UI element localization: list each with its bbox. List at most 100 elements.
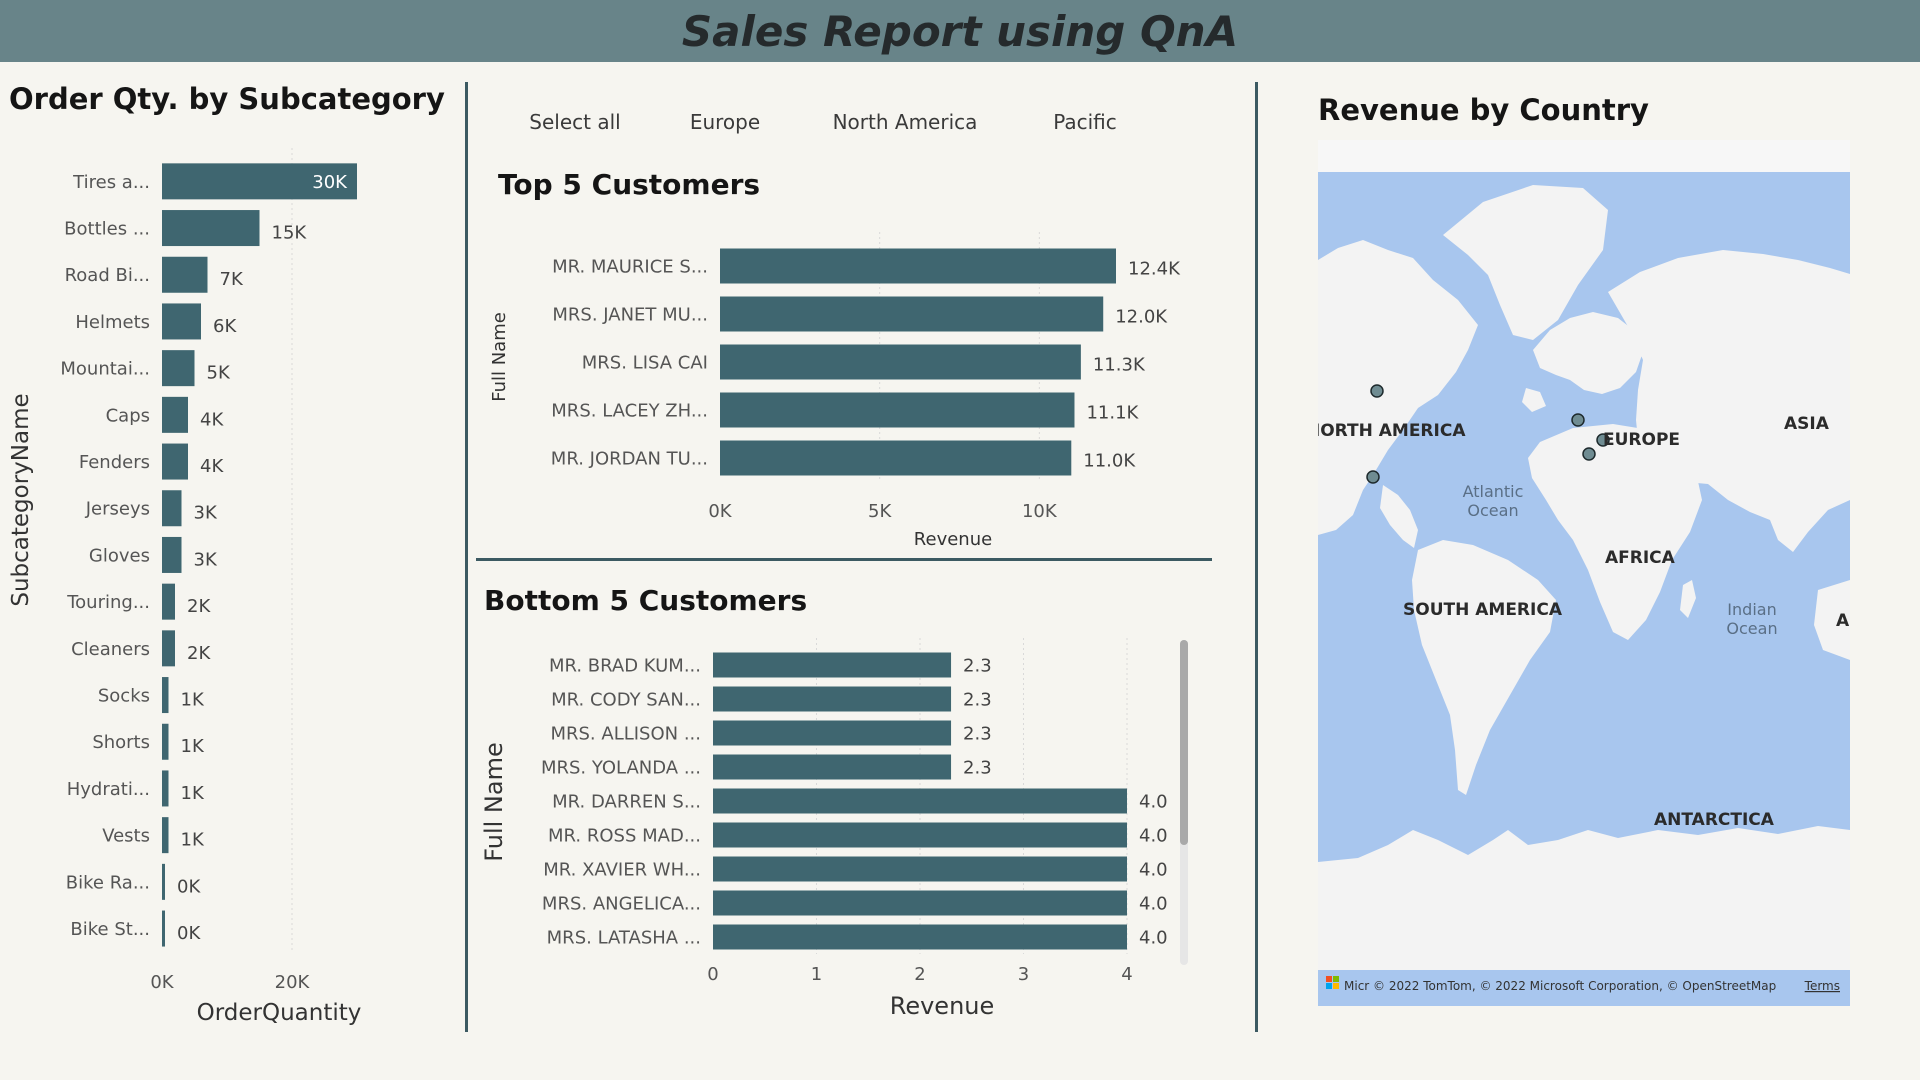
data-label: 11.0K [1083,450,1136,471]
x-axis-title: OrderQuantity [197,1000,362,1026]
bar [713,924,1127,950]
category-label: MRS. ANGELICA... [542,893,701,914]
data-label: 0K [177,876,201,897]
bar [162,630,175,667]
data-label: 4K [200,456,224,477]
category-label: Vests [102,826,150,847]
category-label: Helmets [75,312,150,333]
data-label: 4.0 [1139,859,1168,880]
bar [162,583,175,620]
data-label: 12.4K [1128,258,1181,279]
x-tick-label: 20K [275,972,311,993]
map-label-asia: ASIA [1784,414,1830,434]
category-label: MRS. YOLANDA ... [541,757,701,778]
data-label: 0K [177,923,201,944]
category-label: Road Bi... [65,265,150,286]
data-label: 3K [194,503,218,524]
map-terms-link[interactable]: Terms [1804,979,1840,993]
category-label: Bike St... [70,919,150,940]
top-customers-title: Top 5 Customers [498,168,761,201]
divider-right [1255,82,1258,1032]
category-label: MRS. LATASHA ... [547,927,701,948]
category-label: Bottles ... [64,219,150,240]
bar [713,890,1127,916]
slicer-item-north-america[interactable]: North America [800,92,1010,152]
bar [720,248,1116,284]
bottom-customers-title: Bottom 5 Customers [484,584,808,617]
map-attribution: Micr © 2022 TomTom, © 2022 Microsoft Cor… [1344,979,1776,993]
bar [713,822,1127,848]
y-axis-title: Full Name [480,742,508,861]
bar [162,256,208,293]
map-label-north-america: NORTH AMERICA [1318,421,1466,441]
x-tick-label: 0K [150,972,174,993]
bottom-customers-bar-chart: MR. BRAD KUM... 2.3 MR. CODY SAN... 2.3 MRS.… [480,638,1188,1020]
slicer-item-pacific[interactable]: Pacific [1010,92,1160,152]
bar [162,210,260,247]
map-label-indian-2: Ocean [1726,619,1777,638]
bar [713,652,952,678]
x-axis-title: Revenue [890,992,995,1020]
map-label-australia: AI [1836,611,1850,631]
data-label: 2.3 [963,757,992,778]
map-label-atlantic-1: Atlantic [1463,482,1524,501]
category-label: MR. ROSS MAD... [548,825,701,846]
map-label-europe: EUROPE [1603,430,1680,450]
bar [162,770,169,807]
category-label: MRS. LACEY ZH... [551,400,708,421]
category-label: Mountai... [60,359,150,380]
data-label: 1K [181,783,205,804]
data-label: 11.3K [1093,354,1146,375]
data-label: 4.0 [1139,893,1168,914]
data-label: 6K [213,316,237,337]
bar [720,296,1104,332]
category-label: Caps [106,405,150,426]
bar [162,490,182,527]
map-label-south-america: SOUTH AMERICA [1403,600,1563,620]
bar [713,856,1127,882]
y-axis-title: Full Name [489,312,510,402]
category-label: MRS. LISA CAI [582,352,708,373]
category-label: Socks [98,686,150,707]
x-tick-label: 0 [707,964,718,985]
subcategory-bar-chart: Tires a... 30K Bottles ... 15K Road Bi... 7K H… [8,148,362,1026]
slicer-item-europe[interactable]: Europe [650,92,800,152]
bar [162,396,188,433]
category-label: MR. BRAD KUM... [549,655,701,676]
data-label: 5K [207,363,231,384]
region-slicer: Select all Europe North America Pacific [500,92,1160,152]
data-label: 15K [272,223,308,244]
x-tick-label: 0K [708,501,732,522]
scrollbar-thumb[interactable] [1180,640,1188,845]
data-label: 12.0K [1115,306,1168,327]
report-header: Sales Report using QnA [0,0,1920,62]
top-customers-bar-chart: MR. MAURICE S... 12.4K MRS. JANET MU... 12.… [489,232,1181,550]
map-title: Revenue by Country [1318,93,1649,127]
category-label: MR. XAVIER WH... [543,859,701,880]
map-label-africa: AFRICA [1605,548,1676,568]
slicer-item-select-all[interactable]: Select all [500,92,650,152]
bar [162,443,188,480]
category-label: Fenders [79,452,150,473]
data-label: 1K [181,736,205,757]
divider-middle [476,558,1212,561]
x-tick-label: 4 [1121,964,1132,985]
bar [162,910,165,947]
data-label: 7K [220,269,244,290]
map-label-indian-1: Indian [1727,600,1776,619]
category-label: Touring... [66,592,150,613]
data-label: 1K [181,690,205,711]
data-label: 4.0 [1139,825,1168,846]
x-tick-label: 3 [1018,964,1029,985]
map-label-atlantic-2: Ocean [1467,501,1518,520]
revenue-map[interactable]: NORTH AMERICA EUROPE ASIA AFRICA SOUTH A… [1318,140,1850,1006]
category-label: Tires a... [72,172,150,193]
category-label: Hydrati... [67,779,150,800]
data-label: 2.3 [963,723,992,744]
category-label: Bike Ra... [66,872,150,893]
category-label: MRS. ALLISON ... [550,723,701,744]
subcategory-chart-title: Order Qty. by Subcategory [9,82,445,116]
category-label: MR. MAURICE S... [552,256,708,277]
category-label: MRS. JANET MU... [552,304,708,325]
y-axis-title: SubcategoryName [8,393,34,606]
